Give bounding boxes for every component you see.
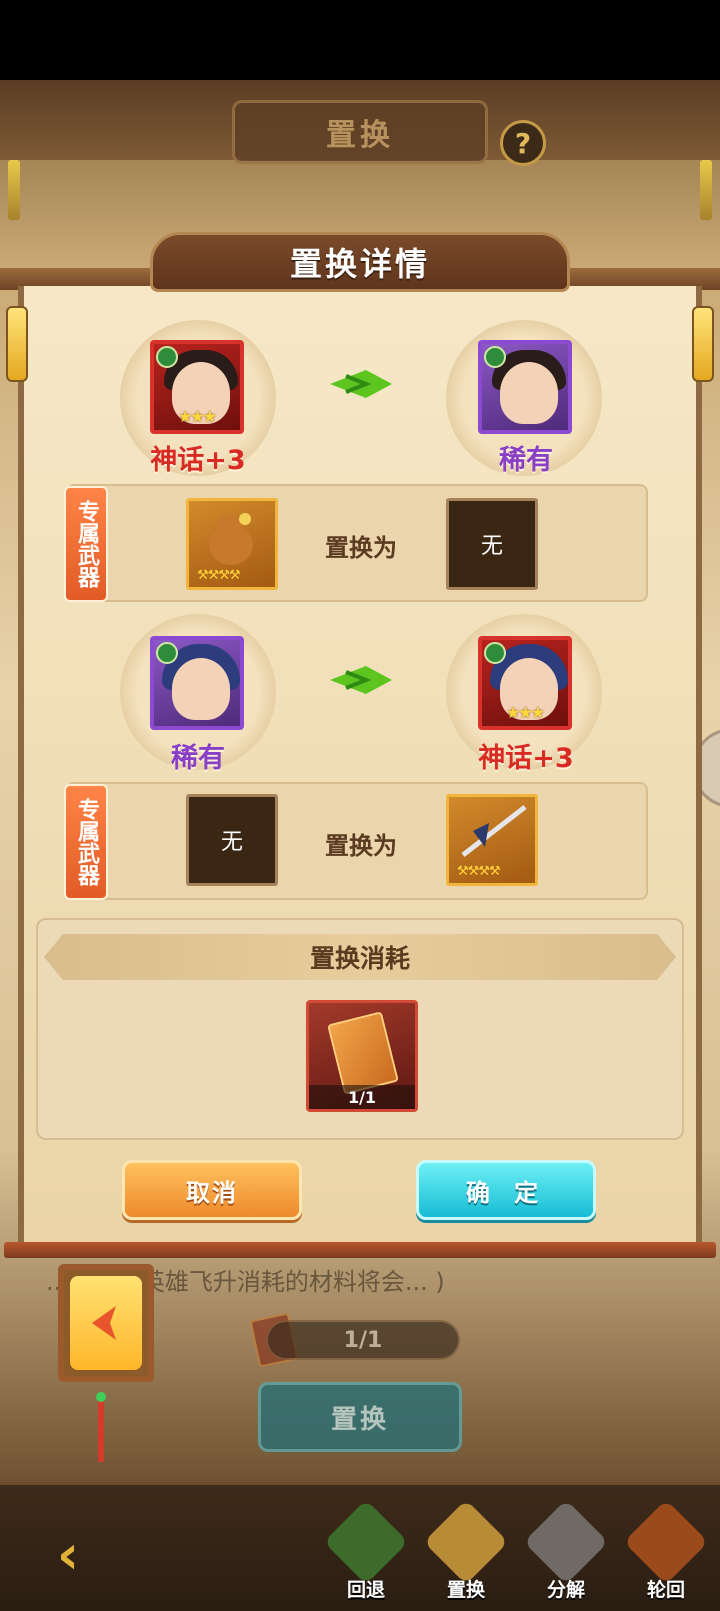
nav-item-reincarnate[interactable]: 轮回 — [620, 1499, 712, 1604]
confirm-button[interactable]: 确 定 — [416, 1160, 596, 1220]
faction-icon — [156, 346, 178, 368]
lamp-right-icon — [692, 306, 714, 382]
decompose-icon — [523, 1499, 609, 1585]
cost-count: 1/1 — [309, 1085, 415, 1109]
progress-counter: 1/1 — [266, 1320, 460, 1360]
left-pole-icon — [8, 160, 20, 220]
hero-card-to[interactable]: ★★★ — [478, 636, 572, 730]
dialog-title: 置换详情 — [289, 245, 430, 283]
cost-title: 置换消耗 — [44, 934, 676, 980]
star-rating: ★★★ — [506, 703, 545, 722]
exclusive-weapon-tag: 专属武器 — [64, 784, 108, 900]
screen-title: 置换 — [326, 118, 394, 153]
swap-to-label: 置换为 — [325, 832, 397, 860]
screen-title-plate: 置换 — [232, 100, 488, 164]
exclusive-weapon-tag: 专属武器 — [64, 486, 108, 602]
rank-label-from: 神话+3 — [150, 445, 246, 476]
arrow-right-icon — [330, 666, 392, 694]
dialog-bottom-rail — [4, 1242, 716, 1258]
cancel-button[interactable]: 取消 — [122, 1160, 302, 1220]
nav-label: 置换 — [446, 1579, 485, 1601]
side-lantern-button[interactable] — [58, 1264, 154, 1382]
nav-item-decompose[interactable]: 分解 — [520, 1499, 612, 1604]
back-button[interactable]: ‹ — [36, 1523, 100, 1586]
nav-label: 轮回 — [646, 1579, 685, 1601]
right-pole-icon — [700, 160, 712, 220]
nav-label: 回退 — [346, 1579, 385, 1601]
gourd-icon — [209, 513, 253, 565]
weapon-item-to[interactable]: 无 — [446, 498, 538, 590]
spear-icon — [461, 805, 527, 857]
rank-label-to: 神话+3 — [478, 743, 574, 774]
star-rating: ★★★ — [178, 407, 217, 426]
dialog-title-banner: 置换详情 — [150, 232, 570, 292]
hero-card-from[interactable]: ★★★ — [150, 340, 244, 434]
nav-item-swap[interactable]: 置换 — [420, 1499, 512, 1604]
swap-book-item[interactable]: 1/1 — [306, 1000, 418, 1112]
hero-face — [172, 658, 230, 720]
weapon-item-from[interactable]: ⚒⚒⚒⚒ — [186, 498, 278, 590]
faction-icon — [484, 642, 506, 664]
faction-icon — [156, 642, 178, 664]
lamp-left-icon — [6, 306, 28, 382]
swap-to-label: 置换为 — [325, 534, 397, 562]
nav-item-rollback[interactable]: 回退 — [320, 1499, 412, 1604]
rank-label-from: 稀有 — [171, 743, 225, 774]
nav-label: 分解 — [546, 1579, 585, 1601]
weapon-star-rating: ⚒⚒⚒⚒ — [197, 568, 241, 583]
weapon-star-rating: ⚒⚒⚒⚒ — [457, 864, 501, 879]
rank-label-to: 稀有 — [499, 445, 553, 476]
hero-face — [500, 362, 558, 424]
swap-button[interactable]: 置换 — [258, 1382, 462, 1452]
swap-book-icon — [327, 1011, 399, 1095]
faction-icon — [484, 346, 506, 368]
hero-card-from[interactable] — [150, 636, 244, 730]
arrow-left-icon — [92, 1306, 116, 1340]
weapon-item-to[interactable]: ⚒⚒⚒⚒ — [446, 794, 538, 886]
lantern-knot — [96, 1392, 106, 1402]
lantern-glow — [70, 1276, 142, 1370]
help-button[interactable]: ? — [500, 120, 546, 166]
reincarnate-icon — [623, 1499, 709, 1585]
swap-icon — [423, 1499, 509, 1585]
rollback-icon — [323, 1499, 409, 1585]
weapon-item-from[interactable]: 无 — [186, 794, 278, 886]
arrow-right-icon — [330, 370, 392, 398]
lantern-tassel — [98, 1396, 104, 1462]
hero-card-to[interactable] — [478, 340, 572, 434]
